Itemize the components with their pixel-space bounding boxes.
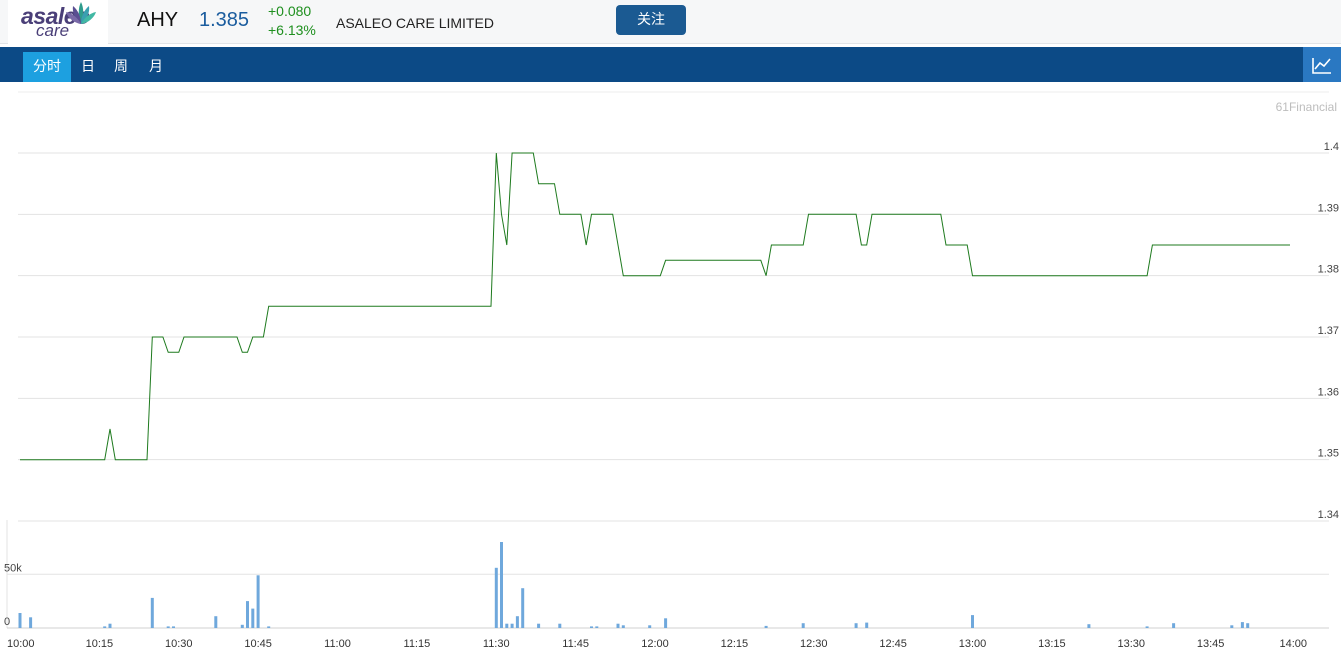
price-axis-label: 1.37: [1318, 325, 1339, 337]
volume-bar: [865, 622, 869, 628]
volume-axis-label: 0: [4, 616, 10, 628]
volume-bar: [510, 623, 514, 628]
volume-bar: [240, 624, 244, 628]
company-logo: asaleo care: [8, 0, 108, 44]
time-axis-label: 10:00: [7, 638, 35, 650]
time-axis-label: 11:15: [404, 638, 431, 650]
chart-type-toggle[interactable]: [1303, 47, 1341, 82]
time-axis-label: 13:15: [1038, 638, 1066, 650]
volume-bar: [103, 626, 107, 628]
time-axis-label: 12:45: [879, 638, 907, 650]
price-axis-label: 1.4: [1324, 141, 1339, 153]
volume-bar: [172, 626, 175, 628]
volume-bar: [256, 575, 260, 628]
time-axis-label: 13:30: [1117, 638, 1145, 650]
volume-bar: [621, 625, 625, 628]
volume-bar: [1230, 625, 1234, 628]
chart-watermark: 61Financial: [1276, 100, 1337, 114]
tab-monthly[interactable]: 月: [145, 52, 167, 82]
ticker-symbol: AHY: [137, 9, 179, 31]
volume-bar: [521, 588, 525, 628]
time-axis-label: 12:30: [800, 638, 828, 650]
tab-weekly[interactable]: 周: [110, 52, 132, 82]
volume-bar: [590, 626, 593, 628]
lotus-icon: [66, 2, 96, 24]
time-axis-label: 10:30: [165, 638, 193, 650]
time-axis-label: 11:45: [562, 638, 589, 650]
quote-header: asaleo care AHY 1.385 +0.080 +6.13% ASAL…: [0, 0, 1341, 44]
volume-bar: [971, 615, 974, 628]
price-line: [20, 152, 1290, 461]
volume-bar: [1246, 623, 1250, 628]
volume-bar: [18, 613, 22, 628]
price-axis-label: 1.38: [1318, 264, 1339, 276]
volume-bar: [108, 623, 112, 628]
volume-bar: [494, 567, 498, 628]
volume-bar: [558, 623, 562, 628]
volume-bar: [801, 623, 805, 628]
last-price: 1.385: [199, 9, 250, 31]
price-change: +0.080: [268, 3, 312, 19]
price-change-percent: +6.13%: [268, 22, 316, 38]
volume-bar: [537, 623, 541, 628]
volume-bar: [214, 616, 218, 628]
volume-axis-label: 50k: [4, 562, 22, 574]
time-axis-label: 11:00: [324, 638, 351, 650]
period-tab-bar: 分时 日 周 月: [0, 47, 1341, 82]
price-axis-label: 1.35: [1318, 448, 1339, 460]
line-chart-icon: [1312, 58, 1331, 74]
volume-bar: [616, 623, 620, 628]
volume-bar: [854, 623, 858, 628]
volume-bar: [648, 625, 652, 628]
volume-bar: [1240, 622, 1244, 628]
volume-bar: [664, 618, 668, 628]
volume-bar: [246, 601, 249, 628]
volume-bar: [1172, 623, 1176, 628]
volume-bar: [764, 625, 768, 628]
price-axis-label: 1.34: [1318, 509, 1339, 521]
volume-bar: [515, 616, 519, 628]
time-axis-label: 12:15: [721, 638, 749, 650]
volume-bar: [505, 623, 509, 628]
follow-button[interactable]: 关注: [616, 5, 686, 35]
time-axis-label: 12:00: [641, 638, 669, 650]
time-axis-label: 10:15: [86, 638, 114, 650]
tab-daily[interactable]: 日: [77, 52, 99, 82]
time-axis-label: 13:45: [1197, 638, 1225, 650]
volume-bar: [166, 626, 170, 628]
time-axis-label: 13:00: [959, 638, 987, 650]
time-axis-label: 11:30: [483, 638, 510, 650]
price-axis-label: 1.39: [1318, 202, 1339, 214]
intraday-chart: 61Financial 1.41.391.381.371.361.351.34 …: [4, 91, 1339, 650]
company-name: ASALEO CARE LIMITED: [336, 15, 494, 31]
volume-bar: [29, 617, 33, 629]
volume-bar: [595, 626, 599, 628]
volume-bar: [267, 626, 271, 628]
time-axis-label: 14:00: [1279, 638, 1307, 650]
volume-bar: [1087, 624, 1091, 628]
volume-bar: [1145, 626, 1149, 628]
volume-bar: [500, 542, 503, 628]
price-axis-label: 1.36: [1318, 386, 1339, 398]
time-axis-label: 10:45: [244, 638, 272, 650]
tab-intraday[interactable]: 分时: [23, 52, 71, 82]
volume-bar: [251, 608, 255, 628]
volume-bar: [150, 597, 154, 628]
